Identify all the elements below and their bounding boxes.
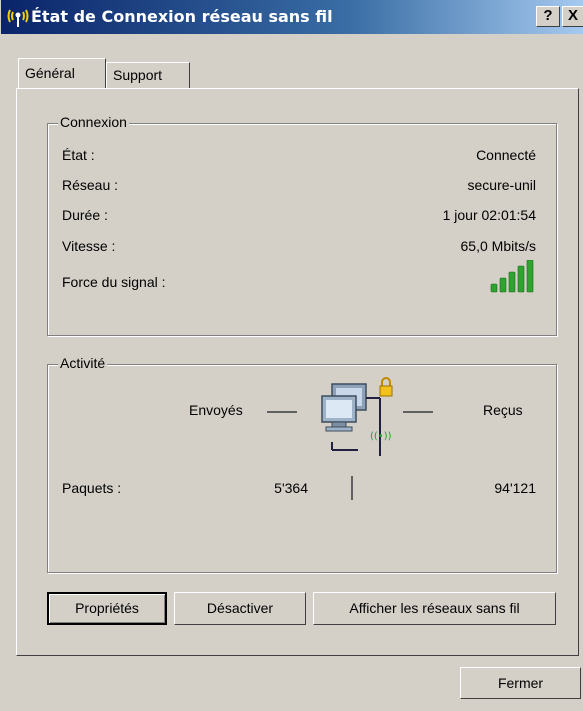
network-label: Réseau : (62, 177, 119, 193)
signal-strength-icon (490, 260, 534, 293)
show-wireless-networks-button[interactable]: Afficher les réseaux sans fil (313, 592, 556, 625)
activity-legend: Activité (58, 355, 108, 371)
duration-label: Durée : (62, 207, 108, 223)
svg-text:((•)): ((•)) (370, 431, 392, 442)
packets-label: Paquets : (62, 480, 122, 496)
close-button[interactable]: Fermer (460, 667, 581, 699)
received-label: Reçus (483, 402, 523, 418)
disable-button[interactable]: Désactiver (174, 592, 306, 625)
window-title: État de Connexion réseau sans fil (31, 7, 333, 26)
state-value: Connecté (476, 147, 536, 163)
title-bar[interactable]: État de Connexion réseau sans fil ? X (1, 0, 583, 34)
duration-value: 1 jour 02:01:54 (442, 207, 536, 223)
signal-bar (508, 271, 516, 293)
tab-support[interactable]: Support (106, 62, 190, 88)
properties-button[interactable]: Propriétés (47, 592, 167, 625)
help-button[interactable]: ? (536, 6, 560, 27)
connection-legend: Connexion (58, 114, 129, 130)
received-line (403, 411, 433, 413)
sent-line (267, 411, 297, 413)
speed-value: 65,0 Mbits/s (460, 238, 536, 254)
close-window-button[interactable]: X (562, 6, 583, 27)
signal-bar (499, 277, 507, 293)
speed-label: Vitesse : (62, 238, 116, 254)
signal-bar (490, 283, 498, 293)
signal-strength-label: Force du signal : (62, 274, 166, 290)
status-dialog: État de Connexion réseau sans fil ? X Gé… (0, 0, 583, 711)
activity-group: Activité (47, 355, 557, 573)
wireless-network-icon (7, 9, 29, 27)
network-computers-icon: ((•)) (321, 377, 393, 456)
packets-sent-value: 5'364 (274, 480, 308, 496)
signal-bar (517, 265, 525, 293)
packets-received-value: 94'121 (494, 480, 536, 496)
signal-bar (526, 260, 534, 293)
packets-divider (351, 476, 353, 500)
state-label: État : (62, 147, 95, 163)
sent-label: Envoyés (189, 402, 243, 418)
tab-general[interactable]: Général (18, 58, 106, 88)
network-value: secure-unil (467, 177, 536, 193)
